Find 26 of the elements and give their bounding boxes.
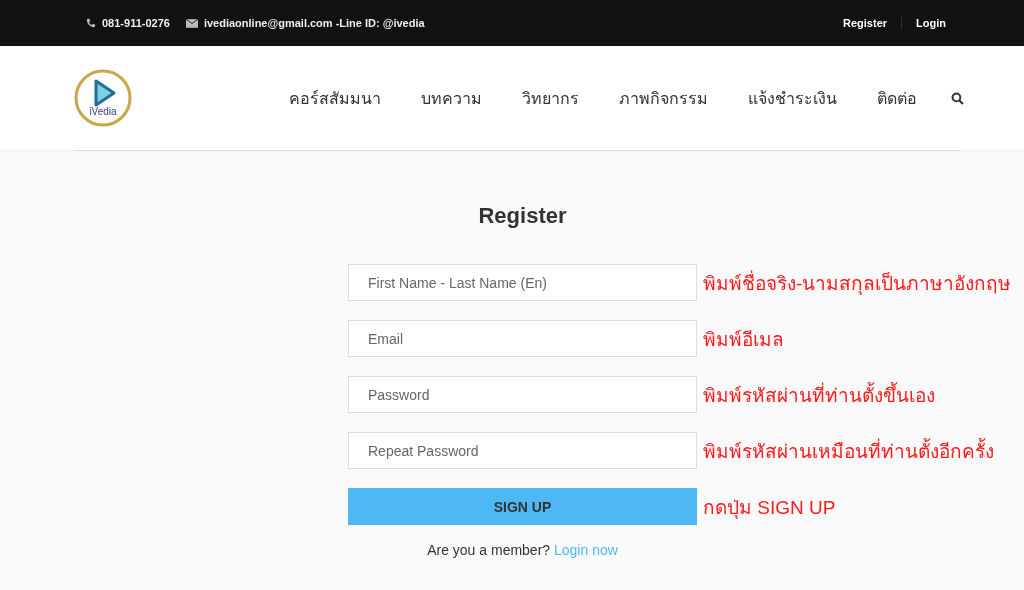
top-link[interactable]: Login (901, 17, 960, 29)
envelope-icon (185, 18, 198, 28)
nav-link[interactable]: ติดต่อ (877, 85, 917, 111)
phone-icon (86, 18, 96, 28)
nav-link[interactable]: คอร์สสัมมนา (289, 85, 381, 111)
input-field[interactable]: First Name - Last Name (En) (348, 264, 697, 301)
phone-number: 081-911-0276 (102, 17, 170, 29)
nav-link[interactable]: ภาพกิจกรรม (619, 85, 708, 111)
hint-note: พิมพ์รหัสผ่านที่ท่านตั้งขึ้นเอง (703, 381, 936, 408)
input-field[interactable]: Repeat Password (348, 432, 697, 469)
nav-link[interactable]: แจ้งชำระเงิน (748, 85, 837, 111)
hint-note: พิมพ์ชื่อจริง-นามสกุลเป็นภาษาอังกฤษ (703, 269, 1012, 297)
sign-up-button[interactable]: SIGN UP (348, 488, 697, 525)
hint-note: พิมพ์รหัสผ่านเหมือนที่ท่านตั้งอีกครั้ง (703, 437, 995, 464)
input-field[interactable]: Email (348, 320, 697, 357)
logo-icon: iVedia (74, 69, 132, 127)
hint-note: พิมพ์อีเมล (703, 327, 785, 352)
nav-link[interactable]: บทความ (421, 85, 482, 111)
search-icon[interactable] (951, 91, 964, 105)
top-link[interactable]: Register (829, 17, 902, 29)
nav-link[interactable]: วิทยากร (522, 85, 579, 111)
input-field[interactable]: Password (348, 376, 697, 413)
hint-note: กดปุ่ม SIGN UP (703, 495, 837, 521)
member-text: Are you a member? (427, 542, 551, 558)
form-title: Register (477, 203, 568, 229)
contact-info: ivediaonline@gmail.com -Line ID: @ivedia (203, 17, 425, 29)
